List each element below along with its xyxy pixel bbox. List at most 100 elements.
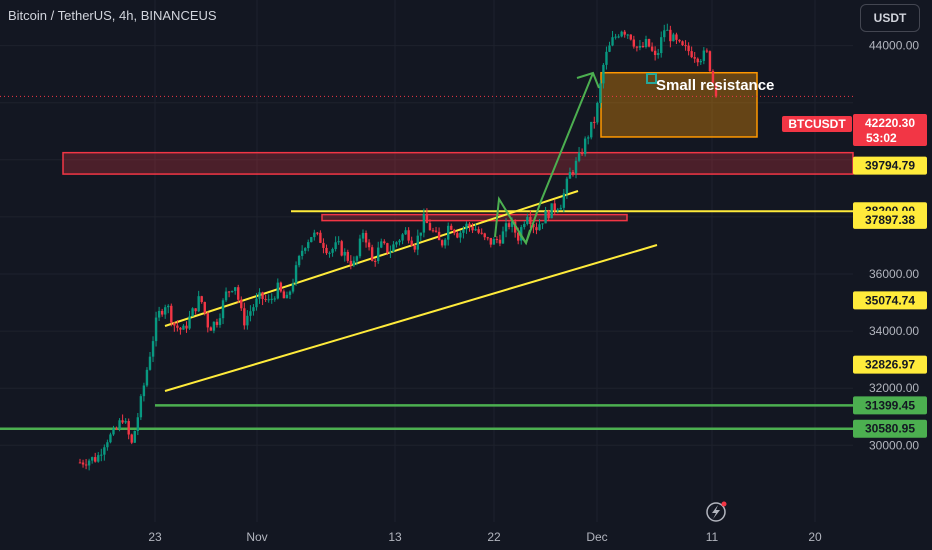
currency-button[interactable]: USDT [860,4,920,32]
candle-body [608,45,611,52]
candle-body [273,298,276,300]
x-tick-label-20: 20 [808,530,822,544]
candle-body [565,178,569,194]
candle-body [276,282,279,299]
candle-body [94,457,97,462]
candle-body [626,34,629,36]
candle-body [434,230,438,232]
candle-body [230,290,234,292]
x-tick-label-13: 13 [388,530,402,544]
candle-body [431,230,435,232]
candle-body [139,396,143,418]
time-axis[interactable]: 23 Nov 13 22 Dec 11 20 [148,530,822,544]
candle-body [87,460,91,466]
candle-body [185,325,188,329]
candle-body [90,457,94,461]
candle-body [568,172,572,179]
candle-body [447,225,450,240]
x-tick-label-11: 11 [706,530,719,544]
candle-body [370,247,374,261]
candle-body [331,249,334,253]
candle-body [556,209,559,211]
candle-body [553,203,556,211]
candle-body [170,305,173,323]
lightning-icon[interactable] [706,501,727,522]
candle-body [325,247,328,254]
candle-body [450,225,453,230]
candle-body [215,321,219,325]
candle-body [176,325,179,328]
candle-body [571,172,575,174]
candle-body [237,287,240,300]
candle-body [489,237,493,245]
candle-body [653,50,657,56]
candle-body [361,232,365,239]
candle-body [535,227,538,231]
candle-body [297,255,301,266]
candle-body [377,247,380,261]
price-tag-text-35074.74: 35074.74 [865,293,915,307]
candle-body [577,152,581,161]
candle-body [337,241,340,243]
candle-body [203,302,206,314]
red-resistance-zone [62,151,854,175]
candle-body [596,102,599,123]
price-tag-text-30580.95: 30580.95 [865,422,915,436]
candle-body [471,226,474,231]
x-tick-label-Nov: Nov [246,530,267,544]
candle-body [486,237,489,239]
candle-body [97,455,100,462]
candle-body [693,57,696,59]
candle-body [349,260,353,266]
candle-body [559,207,563,210]
candle-body [462,229,465,233]
candle-body [666,29,669,31]
last-price-value: 42220.30 [865,116,915,130]
candle-body [334,242,337,250]
price-tag-text-37897.38: 37897.38 [865,213,915,227]
candle-body [459,232,462,238]
symbol-tag-text: BTCUSDT [788,117,846,131]
candle-body [395,242,398,245]
candle-body [109,434,112,443]
candle-body [507,223,511,227]
candle-body [392,244,395,252]
candle-body [468,223,471,227]
candle-body [151,341,155,357]
candle-body [401,234,404,241]
candle-body [632,39,636,47]
candle-body [106,442,109,448]
candle-body [246,315,249,326]
candle-body [574,160,578,174]
candle-body [200,296,203,303]
candle-body [188,316,191,329]
candle-body [355,256,359,261]
candle-body [681,41,684,46]
candle-body [310,237,313,243]
candle-body [212,321,216,331]
candle-body [586,137,590,139]
candle-body [346,251,349,261]
candle-body [669,29,672,42]
price-chart[interactable]: 44000.00 36000.00 34000.00 32000.00 30000.00… [0,0,932,550]
candle-body [270,298,273,300]
candle-body [617,36,620,38]
candle-body [142,385,146,397]
candle-body [437,231,441,241]
candle-body [252,307,255,312]
symbol-title: Bitcoin / TetherUS, 4h, BINANCEUS [8,8,217,23]
candle-body [538,224,541,231]
candle-body [282,291,286,299]
candle-body [288,291,292,295]
candle-body [194,308,197,312]
candle-body [103,447,106,455]
candle-body [523,223,526,228]
candle-body [699,60,702,63]
candle-body [705,50,709,52]
candle-body [133,430,136,443]
candle-body [656,53,660,56]
price-axis[interactable]: 44000.00 36000.00 34000.00 32000.00 30000.00 [869,39,919,453]
candle-body [322,242,325,248]
candle-body [419,232,423,236]
candle-body [197,296,200,312]
